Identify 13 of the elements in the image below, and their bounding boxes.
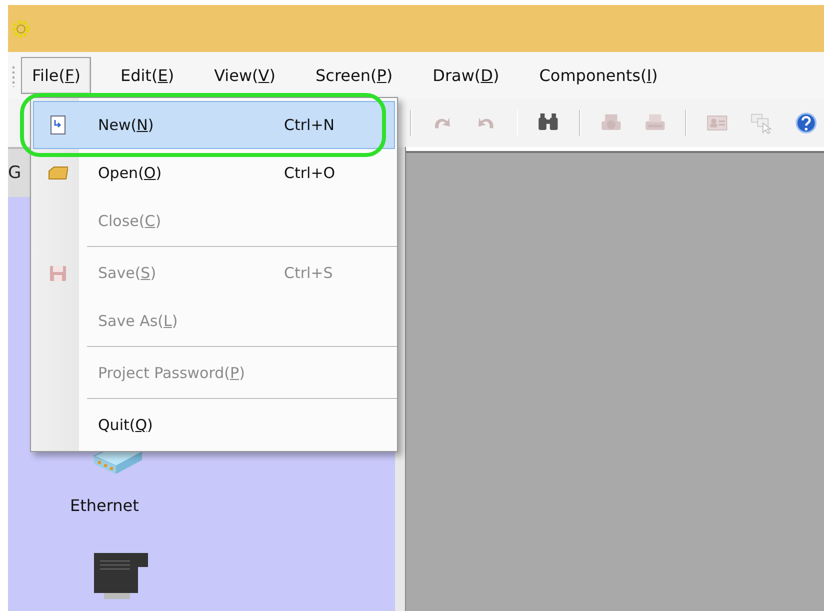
menu-item[interactable]: View(V) bbox=[203, 57, 286, 94]
menu-item[interactable]: Screen(P) bbox=[304, 57, 404, 94]
menu-entry[interactable]: Open(O) Ctrl+O bbox=[33, 149, 395, 197]
panel-title: G bbox=[8, 163, 22, 183]
menu-item[interactable]: Edit(E) bbox=[109, 57, 186, 94]
new-document-icon bbox=[48, 115, 68, 135]
menu-item[interactable]: File(F) bbox=[21, 57, 92, 94]
device-label: Ethernet bbox=[70, 496, 139, 515]
menu-entry[interactable]: New(N) Ctrl+N bbox=[33, 101, 395, 149]
menu-item[interactable]: Draw(D) bbox=[422, 57, 510, 94]
gear-icon bbox=[10, 18, 32, 40]
menu-item[interactable]: Components(I) bbox=[528, 57, 669, 94]
menu-entry[interactable]: Quit(Q) bbox=[33, 401, 395, 449]
